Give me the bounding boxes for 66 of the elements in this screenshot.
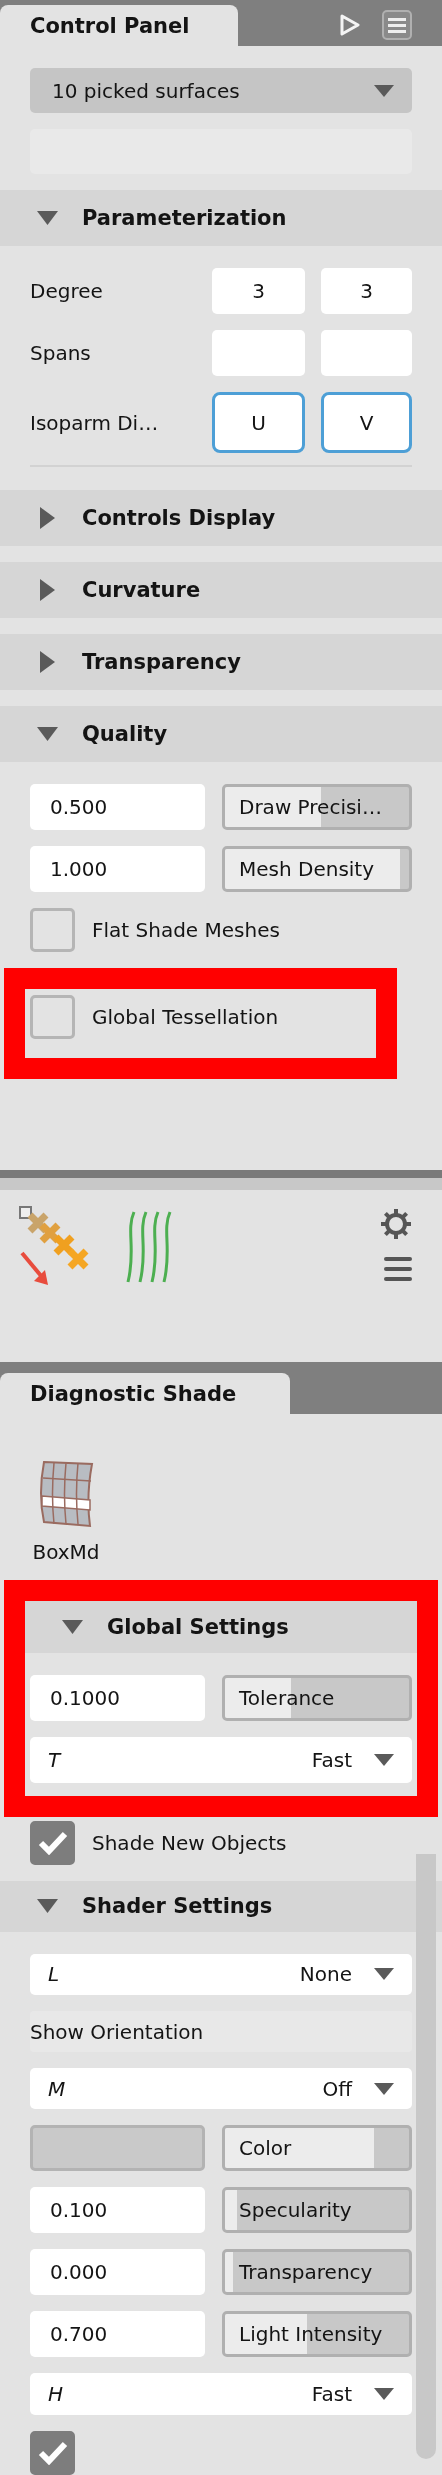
caret-icon	[374, 2082, 394, 2095]
number-field[interactable]: 1.000	[30, 846, 205, 892]
expand-triangle-icon	[40, 507, 55, 529]
caret-icon	[374, 84, 394, 97]
menu-icon[interactable]	[384, 1256, 412, 1282]
section-header[interactable]: Shader Settings	[0, 1881, 442, 1932]
collapse-triangle-icon	[37, 211, 58, 225]
slider-button[interactable]: Specularity	[222, 2187, 412, 2234]
number-field[interactable]: 0.500	[30, 784, 205, 830]
scrollbar[interactable]	[416, 1854, 436, 2459]
expand-triangle-icon	[40, 651, 55, 673]
slider-button[interactable]: Mesh Density	[222, 846, 412, 892]
field-label: Spans	[30, 341, 92, 365]
check-icon	[37, 2441, 68, 2465]
checkbox-label: Flat Shade Meshes	[92, 918, 280, 942]
expand-triangle-icon	[40, 579, 55, 601]
toggle-button[interactable]: U	[212, 392, 305, 453]
collapse-triangle-icon	[37, 1899, 58, 1914]
number-field[interactable]	[321, 330, 412, 376]
section-header[interactable]: Quality	[0, 706, 442, 762]
checkbox-label: Shade New Objects	[92, 1831, 287, 1855]
slider-button[interactable]: Draw Precisi…	[222, 784, 412, 830]
checkbox[interactable]	[30, 995, 75, 1039]
color-swatch[interactable]	[30, 2125, 205, 2172]
number-field[interactable]	[212, 330, 305, 376]
field-label: Isoparm Di…	[30, 410, 160, 435]
dropdown[interactable]: L None	[30, 1953, 412, 1996]
dropdown[interactable]: M Off	[30, 2067, 412, 2110]
dropdown[interactable]: T Fast	[30, 1737, 412, 1783]
number-field[interactable]: 3	[212, 268, 305, 314]
slider-button[interactable]: Light Intensity	[222, 2311, 412, 2358]
caret-icon	[374, 2388, 394, 2401]
number-field[interactable]: 3	[321, 268, 412, 314]
section-header[interactable]: Controls Display	[0, 490, 442, 546]
slider-button[interactable]: Color	[222, 2125, 412, 2172]
check-icon	[37, 1831, 68, 1855]
option-label: Show Orientation	[30, 2011, 412, 2052]
section-header[interactable]: Global Settings	[25, 1601, 417, 1653]
dropdown[interactable]: H Fast	[30, 2373, 412, 2415]
checkbox[interactable]	[30, 1821, 75, 1865]
slider-button[interactable]: Transparency	[222, 2249, 412, 2296]
object-label: BoxMd	[32, 1540, 100, 1564]
checkbox-label: Global Tessellation	[92, 1005, 279, 1029]
checkbox[interactable]	[30, 908, 75, 952]
surface-mesh-icon[interactable]	[38, 1460, 94, 1530]
panel-tab[interactable]: Diagnostic Shade	[0, 1373, 290, 1414]
settings-icon[interactable]	[380, 1208, 412, 1240]
section-header[interactable]: Transparency	[0, 634, 442, 690]
panel-tab[interactable]: Control Panel	[0, 5, 238, 46]
checkbox[interactable]	[30, 2431, 75, 2475]
field-label: Degree	[30, 279, 104, 303]
number-field[interactable]: 0.700	[30, 2311, 205, 2358]
number-field[interactable]: 0.100	[30, 2187, 205, 2234]
menu-icon[interactable]	[382, 10, 412, 40]
number-field[interactable]: 0.1000	[30, 1675, 205, 1721]
collapse-triangle-icon	[62, 1620, 83, 1634]
play-icon[interactable]	[340, 14, 360, 36]
collapse-triangle-icon	[37, 727, 58, 741]
number-field[interactable]: 0.000	[30, 2249, 205, 2296]
section-header[interactable]: Curvature	[0, 562, 442, 618]
toggle-button[interactable]: V	[321, 392, 412, 453]
section-header[interactable]: Parameterization	[0, 190, 442, 246]
caret-icon	[374, 1968, 394, 1981]
slider-button[interactable]: Tolerance	[222, 1675, 412, 1721]
caret-icon	[374, 1754, 394, 1766]
selection-dropdown[interactable]: 10 picked surfaces	[30, 68, 412, 113]
